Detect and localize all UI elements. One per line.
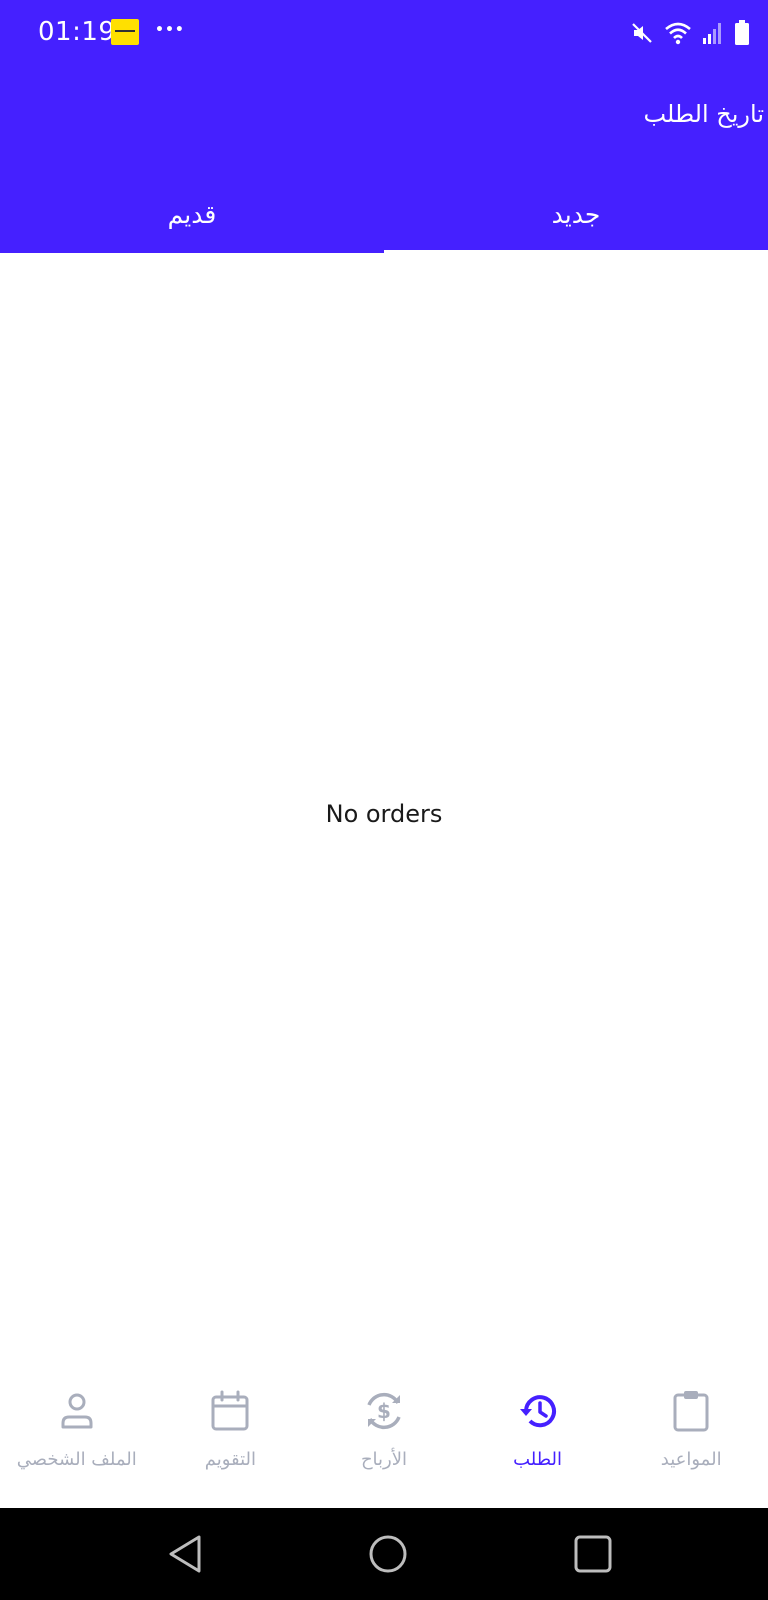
status-icons xyxy=(630,20,750,46)
nav-label-profile: الملف الشخصي xyxy=(16,1449,137,1470)
history-icon xyxy=(514,1387,562,1435)
person-icon xyxy=(53,1387,101,1435)
tab-old[interactable]: قديم xyxy=(0,190,384,253)
nav-label-calendar: التقويم xyxy=(204,1449,257,1470)
nav-label-appointments: المواعيد xyxy=(660,1449,722,1470)
signal-icon xyxy=(702,21,724,45)
tab-new[interactable]: جديد xyxy=(384,190,768,253)
svg-text:$: $ xyxy=(377,1399,391,1423)
back-icon[interactable] xyxy=(165,1534,205,1574)
page-title: تاريخ الطلب xyxy=(643,100,764,128)
recents-icon[interactable] xyxy=(573,1534,613,1574)
more-notifications-indicator: ••• xyxy=(155,22,185,38)
wifi-icon xyxy=(664,21,692,45)
nav-label-orders: الطلب xyxy=(513,1449,563,1470)
nav-label-earnings: الأرباح xyxy=(360,1449,408,1470)
yellow-app-icon xyxy=(111,19,139,45)
status-time: 01:19 xyxy=(38,17,116,47)
system-navigation-bar xyxy=(0,1508,768,1600)
app-header: 01:19 ••• تاريخ الطلب قديم جديد xyxy=(0,0,768,253)
order-tabs: قديم جديد xyxy=(0,190,768,253)
battery-icon xyxy=(734,20,750,46)
mute-icon xyxy=(630,21,654,45)
calendar-icon xyxy=(206,1387,254,1435)
status-bar: 01:19 ••• xyxy=(0,0,768,66)
nav-item-appointments[interactable]: المواعيد xyxy=(614,1375,768,1508)
nav-item-orders[interactable]: الطلب xyxy=(461,1375,615,1508)
nav-item-calendar[interactable]: التقويم xyxy=(154,1375,308,1508)
home-icon[interactable] xyxy=(368,1534,408,1574)
app-screen: 01:19 ••• تاريخ الطلب قديم جديد No order… xyxy=(0,0,768,1600)
bottom-navigation: الملف الشخصي التقويم $ الأرباح الطلب الم… xyxy=(0,1375,768,1508)
nav-item-earnings[interactable]: $ الأرباح xyxy=(307,1375,461,1508)
nav-item-profile[interactable]: الملف الشخصي xyxy=(0,1375,154,1508)
clipboard-icon xyxy=(667,1387,715,1435)
empty-orders-message: No orders xyxy=(325,800,443,828)
dollar-sync-icon: $ xyxy=(360,1387,408,1435)
